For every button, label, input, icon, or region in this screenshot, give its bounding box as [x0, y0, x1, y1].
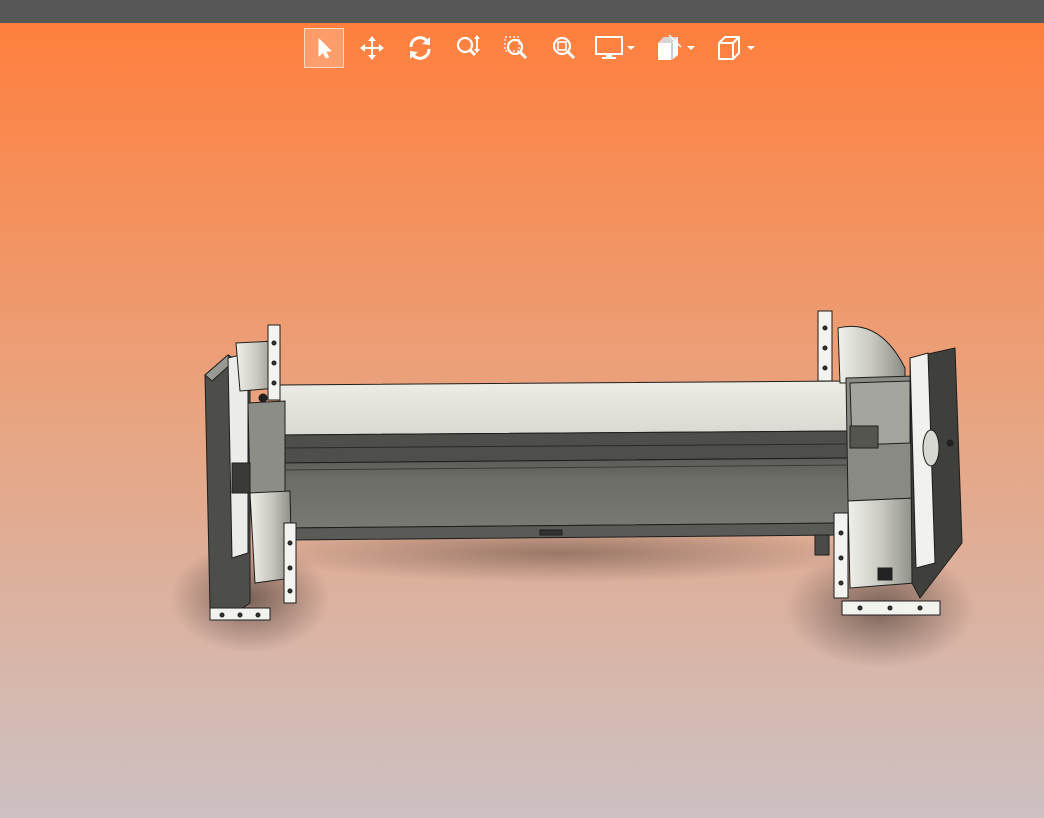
- zoom-fit-icon: [552, 36, 576, 60]
- left-end-assembly: [204, 324, 297, 621]
- zoom-window-icon: [504, 36, 528, 60]
- zoom-fit-button[interactable]: [544, 28, 584, 68]
- select-button[interactable]: [304, 28, 344, 68]
- view-orientation-dropdown[interactable]: [746, 28, 756, 68]
- 3d-viewport[interactable]: [0, 23, 1044, 818]
- view-toolbar: [304, 28, 772, 68]
- display-mode-control: [592, 28, 636, 68]
- section-view-button[interactable]: [652, 28, 686, 68]
- zoom-button[interactable]: [448, 28, 488, 68]
- monitor-icon: [595, 36, 623, 59]
- move-arrows-icon: [360, 36, 384, 60]
- section-view-control: [652, 28, 696, 68]
- display-mode-dropdown[interactable]: [626, 28, 636, 68]
- zoom-window-button[interactable]: [496, 28, 536, 68]
- cube-icon: [718, 36, 740, 60]
- chevron-down-icon: [627, 46, 635, 50]
- cad-assembly-model[interactable]: [0, 23, 1044, 818]
- rotate-button[interactable]: [400, 28, 440, 68]
- cad-viewer-window: [0, 0, 1044, 818]
- section-view-icon: [658, 34, 682, 60]
- view-orientation-button[interactable]: [712, 28, 746, 68]
- view-orientation-control: [712, 28, 756, 68]
- title-bar: [0, 0, 1044, 23]
- arrow-pointer-icon: [318, 38, 332, 59]
- pan-button[interactable]: [352, 28, 392, 68]
- chevron-down-icon: [687, 46, 695, 50]
- main-beam: [279, 380, 853, 541]
- rotate-icon: [409, 36, 431, 60]
- display-mode-button[interactable]: [592, 28, 626, 68]
- zoom-updown-icon: [456, 35, 480, 57]
- section-view-dropdown[interactable]: [686, 28, 696, 68]
- chevron-down-icon: [747, 46, 755, 50]
